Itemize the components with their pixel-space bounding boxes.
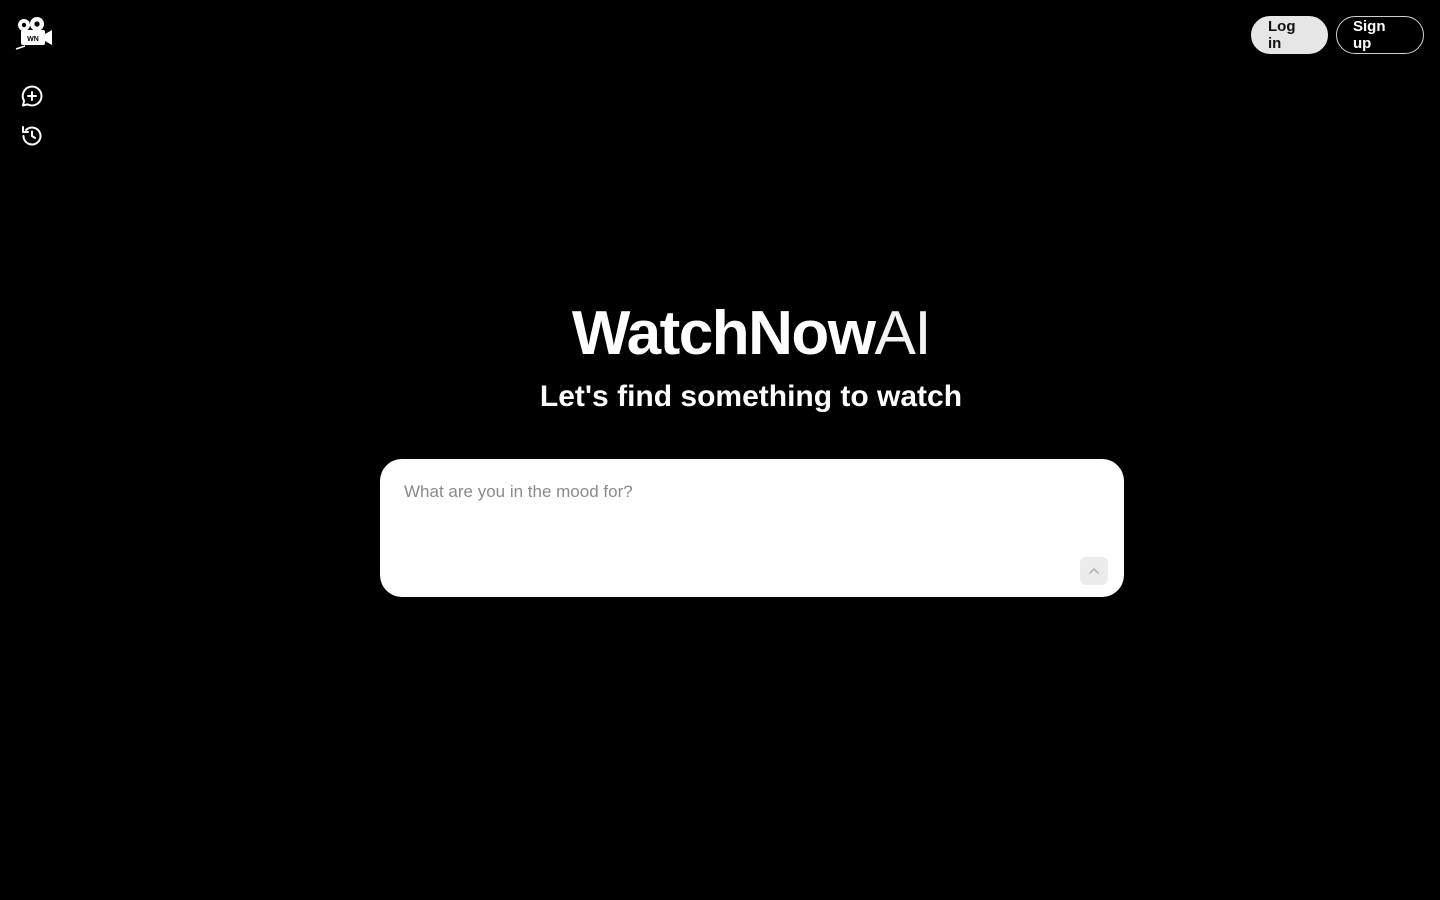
brand-title-bold: WatchNow: [571, 299, 876, 368]
arrow-up-icon: [1089, 568, 1099, 574]
prompt-box: [380, 459, 1124, 597]
movie-camera-icon: WN: [15, 17, 52, 50]
send-button[interactable]: [1080, 557, 1108, 585]
history-icon: [22, 126, 42, 146]
new-chat-button[interactable]: [18, 82, 46, 110]
auth-buttons: Log in Sign up: [1251, 16, 1424, 54]
hero: WatchNowAI Let's find something to watch: [0, 298, 1440, 422]
history-button[interactable]: [18, 122, 46, 150]
new-chat-icon: [21, 85, 43, 107]
logo[interactable]: WN: [14, 15, 54, 51]
app-root: WN Log in Sign up WatchNowAI Let's find …: [0, 0, 1440, 900]
brand-title-thin: AI: [874, 299, 931, 368]
logo-text: WN: [27, 36, 39, 43]
signup-button[interactable]: Sign up: [1336, 16, 1424, 54]
tagline: Let's find something to watch: [539, 380, 963, 413]
prompt-input[interactable]: [404, 479, 1084, 549]
brand-title: WatchNowAI: [62, 298, 1440, 370]
login-button[interactable]: Log in: [1251, 16, 1328, 54]
